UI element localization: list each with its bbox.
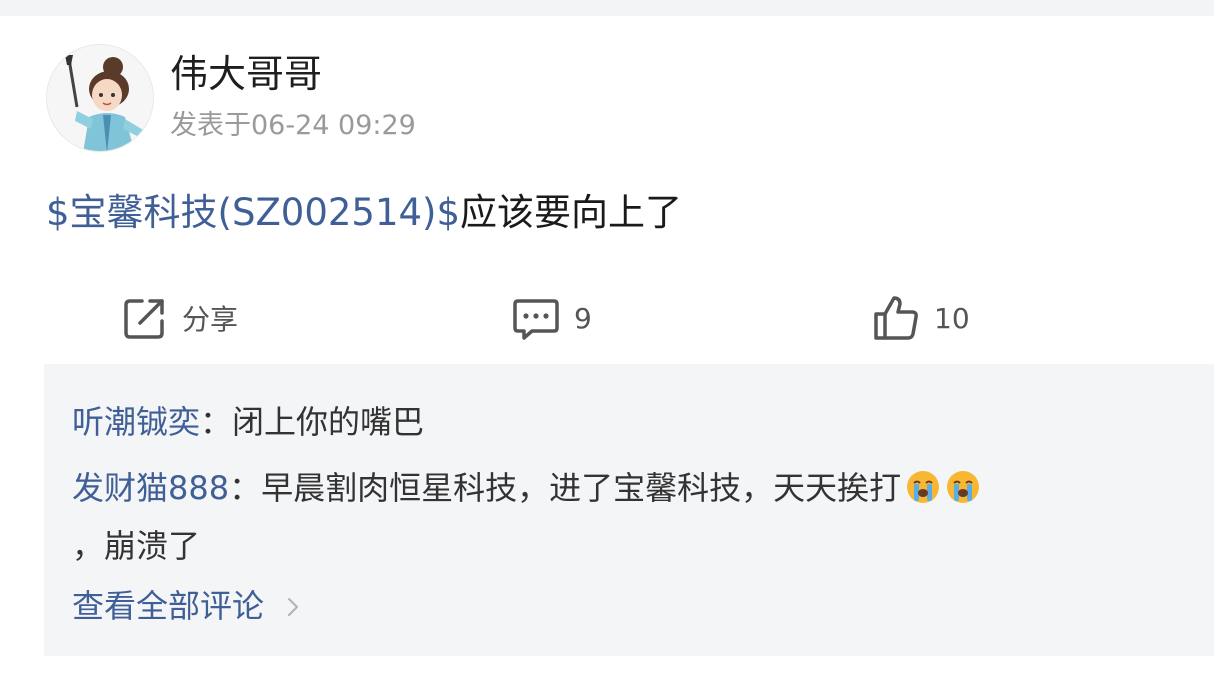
meta-prefix: 发表于	[170, 110, 251, 141]
crying-face-emoji-icon	[907, 471, 940, 503]
view-all-comments-link[interactable]: 查看全部评论	[72, 584, 300, 628]
view-all-label: 查看全部评论	[72, 587, 265, 625]
crying-face-emoji-icon	[947, 471, 980, 503]
comment-separator: ：	[229, 469, 262, 507]
comment-preview-box: 听潮铖奕：闭上你的嘴巴 发财猫888：早晨割肉恒星科技，进了宝馨科技，天天挨打 …	[44, 364, 1214, 656]
avatar[interactable]	[46, 44, 154, 152]
comment-item[interactable]: 发财猫888：早晨割肉恒星科技，进了宝馨科技，天天挨打	[72, 466, 981, 510]
post-text: 应该要向上了	[460, 191, 683, 234]
like-count: 10	[934, 301, 970, 335]
post-content: $宝馨科技(SZ002514)$应该要向上了	[46, 188, 682, 238]
share-icon	[124, 299, 164, 339]
comment-text: 闭上你的嘴巴	[232, 403, 425, 441]
action-bar: 分享 9 10	[0, 278, 1214, 358]
like-button[interactable]: 10	[872, 278, 970, 358]
comment-button[interactable]: 9	[512, 278, 592, 358]
comment-text-continued: ，崩溃了	[72, 527, 201, 565]
comment-count: 9	[574, 301, 592, 335]
stock-link[interactable]: $宝馨科技(SZ002514)$	[46, 191, 460, 234]
share-label: 分享	[182, 303, 239, 336]
post-meta: 发表于06-24 09:29	[170, 108, 416, 144]
chevron-right-icon	[287, 597, 299, 617]
comment-author[interactable]: 发财猫888	[72, 469, 229, 507]
comment-item[interactable]: 听潮铖奕：闭上你的嘴巴	[72, 400, 424, 444]
comment-text: 早晨割肉恒星科技，进了宝馨科技，天天挨打	[261, 469, 902, 507]
post-card: 伟大哥哥 发表于06-24 09:29 $宝馨科技(SZ002514)$应该要向…	[0, 16, 1214, 676]
comment-separator: ：	[200, 403, 233, 441]
avatar-illustration	[47, 45, 153, 151]
post-timestamp: 06-24 09:29	[251, 110, 416, 141]
comment-author[interactable]: 听潮铖奕	[72, 403, 200, 441]
thumbs-up-icon	[874, 296, 918, 340]
username[interactable]: 伟大哥哥	[170, 50, 322, 98]
share-button[interactable]: 分享	[122, 278, 238, 358]
comment-icon	[513, 299, 559, 340]
